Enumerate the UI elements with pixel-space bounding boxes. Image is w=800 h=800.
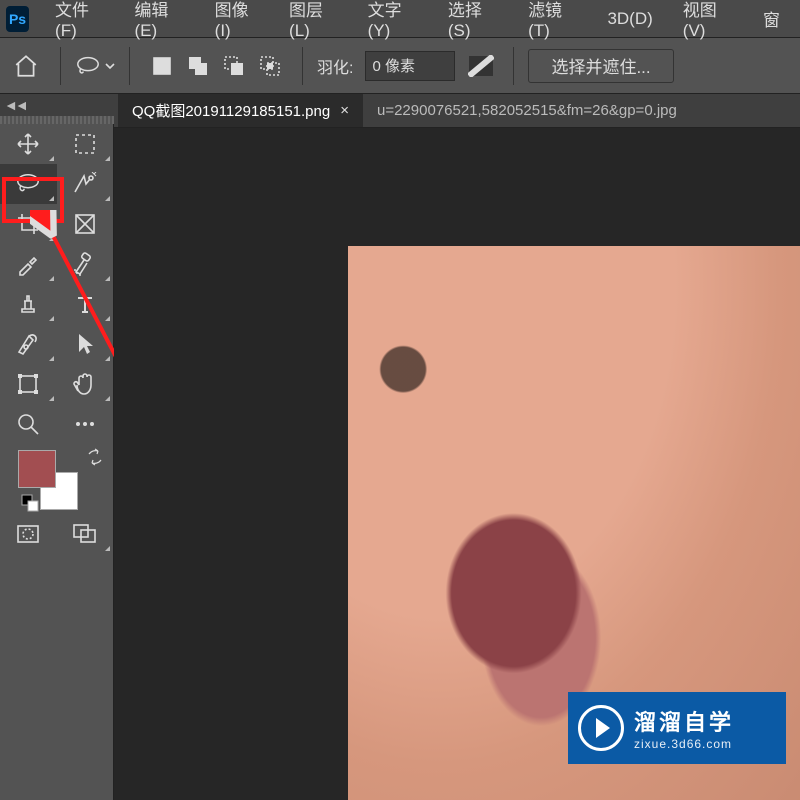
menu-select[interactable]: 选择(S) <box>434 0 512 45</box>
lasso-tool[interactable] <box>0 164 57 204</box>
foreground-color-swatch[interactable] <box>18 450 56 488</box>
menu-file[interactable]: 文件(F) <box>41 0 118 45</box>
toolbox <box>0 124 114 800</box>
play-icon <box>578 705 624 751</box>
divider <box>513 47 514 85</box>
close-icon[interactable]: × <box>340 102 349 119</box>
healing-brush-tool[interactable] <box>57 244 114 284</box>
quick-mask-button[interactable] <box>0 514 57 554</box>
color-swatches <box>0 444 113 514</box>
tool-preset-dropdown[interactable] <box>75 46 115 86</box>
tab-active-document[interactable]: QQ截图20191129185151.png × <box>118 94 363 127</box>
divider <box>60 47 61 85</box>
quick-selection-tool[interactable] <box>57 164 114 204</box>
panel-collapse-button[interactable]: ◄◄ <box>0 94 114 116</box>
hand-tool[interactable] <box>57 364 114 404</box>
mode-grid <box>0 514 113 554</box>
selection-new-button[interactable] <box>144 48 180 84</box>
type-tool[interactable] <box>57 284 114 324</box>
menu-type[interactable]: 文字(Y) <box>354 0 432 45</box>
watermark-badge: 溜溜自学 zixue.3d66.com <box>568 692 786 764</box>
tab-inactive-document[interactable]: u=2290076521,582052515&fm=26&gp=0.jpg <box>363 94 691 127</box>
frame-tool[interactable] <box>57 204 114 244</box>
tab-label: u=2290076521,582052515&fm=26&gp=0.jpg <box>377 102 677 119</box>
menu-image[interactable]: 图像(I) <box>201 0 273 45</box>
menu-3d[interactable]: 3D(D) <box>593 5 666 33</box>
home-button[interactable] <box>6 46 46 86</box>
edit-toolbar-button[interactable] <box>57 404 114 444</box>
pen-tool[interactable] <box>0 324 57 364</box>
crop-tool[interactable] <box>0 204 57 244</box>
menu-window[interactable]: 窗 <box>749 2 794 35</box>
feather-label: 羽化: <box>317 54 353 78</box>
artboard-tool[interactable] <box>0 364 57 404</box>
canvas-area[interactable]: 溜溜自学 zixue.3d66.com <box>114 128 800 800</box>
screen-mode-button[interactable] <box>57 514 114 554</box>
selection-mode-group <box>144 46 288 86</box>
chevron-down-icon <box>105 61 115 71</box>
selection-add-button[interactable] <box>180 48 216 84</box>
move-tool[interactable] <box>0 124 57 164</box>
antialias-icon[interactable] <box>463 48 499 84</box>
watermark-title: 溜溜自学 <box>634 705 734 737</box>
divider <box>129 47 130 85</box>
default-colors-icon[interactable] <box>21 494 39 512</box>
feather-input[interactable] <box>365 51 455 81</box>
clone-stamp-tool[interactable] <box>0 284 57 324</box>
tool-grid <box>0 124 113 444</box>
watermark-sub: zixue.3d66.com <box>634 737 734 751</box>
divider <box>302 47 303 85</box>
menu-bar: Ps 文件(F) 编辑(E) 图像(I) 图层(L) 文字(Y) 选择(S) 滤… <box>0 0 800 38</box>
ps-logo: Ps <box>6 6 29 32</box>
selection-subtract-button[interactable] <box>216 48 252 84</box>
select-and-mask-button[interactable]: 选择并遮住... <box>528 49 673 83</box>
menu-layer[interactable]: 图层(L) <box>275 0 352 45</box>
options-bar: 羽化: 选择并遮住... <box>0 38 800 94</box>
swap-colors-icon[interactable] <box>86 448 104 466</box>
menu-edit[interactable]: 编辑(E) <box>120 0 198 45</box>
selection-intersect-button[interactable] <box>252 48 288 84</box>
menu-filter[interactable]: 滤镜(T) <box>514 0 591 45</box>
eyedropper-tool[interactable] <box>0 244 57 284</box>
marquee-tool[interactable] <box>57 124 114 164</box>
document-tab-strip: QQ截图20191129185151.png × u=2290076521,58… <box>0 94 800 128</box>
path-selection-tool[interactable] <box>57 324 114 364</box>
menu-view[interactable]: 视图(V) <box>669 0 747 45</box>
panel-grip[interactable] <box>0 116 114 124</box>
tab-label: QQ截图20191129185151.png <box>132 100 330 121</box>
zoom-tool[interactable] <box>0 404 57 444</box>
